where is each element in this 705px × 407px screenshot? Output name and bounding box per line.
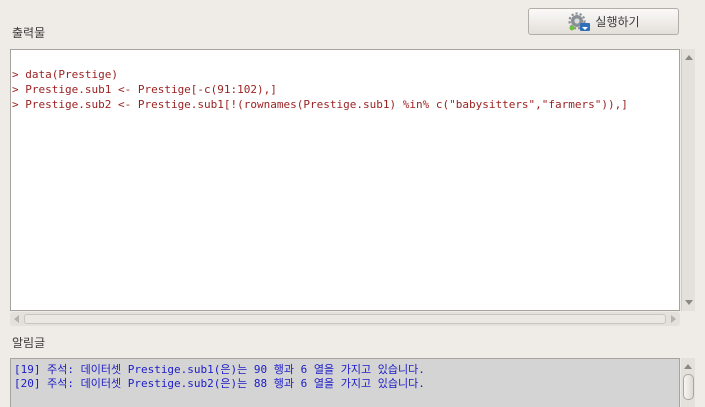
console-line: > data(Prestige) bbox=[12, 68, 118, 81]
run-button-label: 실행하기 bbox=[595, 15, 640, 29]
gear-run-icon bbox=[568, 11, 591, 31]
notice-line: [19] 주석: 데이터셋 Prestige.sub1(은)는 90 행과 6 … bbox=[14, 363, 425, 376]
notice-vertical-scrollbar[interactable] bbox=[681, 358, 695, 407]
scroll-up-arrow-icon[interactable] bbox=[685, 55, 693, 60]
notice-console[interactable]: [19] 주석: 데이터셋 Prestige.sub1(은)는 90 행과 6 … bbox=[10, 358, 680, 407]
scroll-up-arrow-icon[interactable] bbox=[684, 364, 692, 369]
console-line: > Prestige.sub2 <- Prestige.sub1[!(rowna… bbox=[12, 98, 628, 111]
scrollbar-trough[interactable] bbox=[24, 314, 666, 324]
output-console-text: > data(Prestige) > Prestige.sub1 <- Pres… bbox=[11, 50, 679, 112]
scroll-right-arrow-icon[interactable] bbox=[671, 315, 676, 323]
scrollbar-thumb[interactable] bbox=[683, 374, 694, 400]
output-console[interactable]: > data(Prestige) > Prestige.sub1 <- Pres… bbox=[10, 49, 680, 311]
run-button[interactable]: 실행하기 bbox=[528, 8, 679, 35]
notice-console-text: [19] 주석: 데이터셋 Prestige.sub1(은)는 90 행과 6 … bbox=[11, 359, 679, 391]
notice-line: [20] 주석: 데이터셋 Prestige.sub2(은)는 88 행과 6 … bbox=[14, 377, 425, 390]
scroll-down-arrow-icon[interactable] bbox=[685, 300, 693, 305]
console-line: > Prestige.sub1 <- Prestige[-c(91:102),] bbox=[12, 83, 277, 96]
scroll-left-arrow-icon[interactable] bbox=[14, 315, 19, 323]
output-vertical-scrollbar[interactable] bbox=[681, 49, 695, 311]
notice-section-label: 알림글 bbox=[12, 336, 46, 350]
output-section-label: 출력물 bbox=[12, 26, 46, 40]
output-horizontal-scrollbar[interactable] bbox=[10, 312, 680, 326]
